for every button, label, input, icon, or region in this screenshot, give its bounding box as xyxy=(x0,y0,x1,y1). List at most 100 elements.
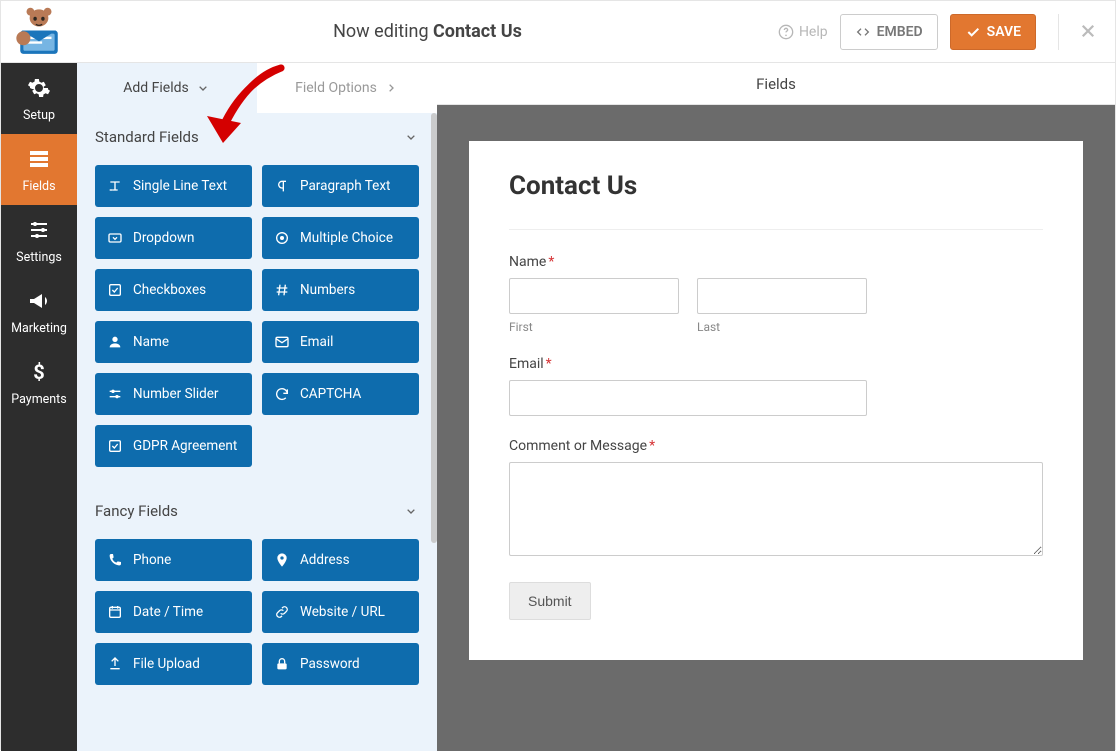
label-comment: Comment or Message* xyxy=(509,438,1043,454)
fields-panel: Add Fields Field Options Standard Fields… xyxy=(77,63,437,751)
checkbox-icon xyxy=(107,282,123,298)
link-icon xyxy=(274,604,290,620)
save-button[interactable]: SAVE xyxy=(950,14,1036,50)
close-icon xyxy=(1079,22,1097,40)
form-title: Contact Us xyxy=(509,171,1043,201)
field-numbers[interactable]: Numbers xyxy=(262,269,419,311)
editing-prefix: Now editing xyxy=(333,21,433,42)
preview-bar: Fields xyxy=(437,63,1115,105)
field-paragraph-text[interactable]: Paragraph Text xyxy=(262,165,419,207)
close-button[interactable] xyxy=(1075,18,1101,46)
standard-fields-grid: Single Line Text Paragraph Text Dropdown… xyxy=(95,165,419,467)
sliders-icon xyxy=(27,218,51,242)
wpforms-logo-icon xyxy=(14,7,64,57)
upload-icon xyxy=(107,656,123,672)
scrollbar[interactable] xyxy=(431,113,437,543)
group-fancy-fields[interactable]: Fancy Fields xyxy=(95,487,419,535)
nav-marketing[interactable]: Marketing xyxy=(1,276,77,347)
field-name[interactable]: Name xyxy=(95,321,252,363)
field-row-comment[interactable]: Comment or Message* xyxy=(509,438,1043,560)
field-captcha[interactable]: CAPTCHA xyxy=(262,373,419,415)
slider-icon xyxy=(107,386,123,402)
group-fancy-label: Fancy Fields xyxy=(95,502,178,520)
envelope-icon xyxy=(274,334,290,350)
tab-add-fields-label: Add Fields xyxy=(123,80,189,96)
help-link[interactable]: Help xyxy=(778,24,828,40)
text-line-icon xyxy=(107,178,123,194)
page-title: Now editing Contact Us xyxy=(77,21,778,42)
form-preview[interactable]: Contact Us Name* First Last xyxy=(469,141,1083,660)
chevron-right-icon xyxy=(383,80,399,96)
gear-icon xyxy=(27,76,51,100)
nav-fields-label: Fields xyxy=(1,179,77,194)
nav-settings-label: Settings xyxy=(1,250,77,265)
editing-form-name: Contact Us xyxy=(433,21,522,42)
field-file-upload[interactable]: File Upload xyxy=(95,643,252,685)
field-website-url[interactable]: Website / URL xyxy=(262,591,419,633)
nav-payments[interactable]: $ Payments xyxy=(1,347,77,418)
refresh-icon xyxy=(274,386,290,402)
chevron-down-icon xyxy=(195,80,211,96)
group-standard-label: Standard Fields xyxy=(95,128,199,146)
help-label: Help xyxy=(799,24,828,40)
field-single-line-text[interactable]: Single Line Text xyxy=(95,165,252,207)
input-last-name[interactable] xyxy=(697,278,867,314)
field-password[interactable]: Password xyxy=(262,643,419,685)
help-icon xyxy=(778,24,794,40)
divider xyxy=(1058,14,1059,50)
app-logo xyxy=(1,1,77,63)
label-name: Name* xyxy=(509,254,1043,270)
chevron-down-icon xyxy=(403,503,419,519)
field-phone[interactable]: Phone xyxy=(95,539,252,581)
nav-settings[interactable]: Settings xyxy=(1,205,77,276)
nav-setup[interactable]: Setup xyxy=(1,63,77,134)
tab-add-fields[interactable]: Add Fields xyxy=(77,63,257,113)
chevron-down-icon xyxy=(403,129,419,145)
input-comment[interactable] xyxy=(509,462,1043,556)
sublabel-last: Last xyxy=(697,320,867,334)
fancy-fields-grid: Phone Address Date / Time Website / URL … xyxy=(95,539,419,685)
preview-area: Fields Contact Us Name* First xyxy=(437,63,1115,751)
field-row-email[interactable]: Email* xyxy=(509,356,1043,416)
embed-label: EMBED xyxy=(877,24,923,40)
field-dropdown[interactable]: Dropdown xyxy=(95,217,252,259)
field-date-time[interactable]: Date / Time xyxy=(95,591,252,633)
dollar-icon: $ xyxy=(27,360,51,384)
group-standard-fields[interactable]: Standard Fields xyxy=(95,113,419,161)
field-email[interactable]: Email xyxy=(262,321,419,363)
submit-button[interactable]: Submit xyxy=(509,582,591,620)
tab-field-options[interactable]: Field Options xyxy=(257,63,437,113)
sublabel-first: First xyxy=(509,320,679,334)
code-icon xyxy=(855,24,871,40)
field-address[interactable]: Address xyxy=(262,539,419,581)
divider xyxy=(509,229,1043,230)
nav-setup-label: Setup xyxy=(1,108,77,123)
input-email[interactable] xyxy=(509,380,867,416)
list-icon xyxy=(27,147,51,171)
paragraph-icon xyxy=(274,178,290,194)
megaphone-icon xyxy=(27,289,51,313)
nav-marketing-label: Marketing xyxy=(1,321,77,336)
hash-icon xyxy=(274,282,290,298)
top-bar: Now editing Contact Us Help EMBED SAVE xyxy=(1,1,1115,63)
svg-text:$: $ xyxy=(33,360,44,384)
field-checkboxes[interactable]: Checkboxes xyxy=(95,269,252,311)
lock-icon xyxy=(274,656,290,672)
field-gdpr-agreement[interactable]: GDPR Agreement xyxy=(95,425,252,467)
input-first-name[interactable] xyxy=(509,278,679,314)
submit-label: Submit xyxy=(528,593,572,609)
calendar-icon xyxy=(107,604,123,620)
preview-bar-title: Fields xyxy=(756,75,796,93)
field-multiple-choice[interactable]: Multiple Choice xyxy=(262,217,419,259)
tab-field-options-label: Field Options xyxy=(295,80,377,96)
save-label: SAVE xyxy=(987,24,1021,40)
dropdown-icon xyxy=(107,230,123,246)
embed-button[interactable]: EMBED xyxy=(840,14,938,50)
phone-icon xyxy=(107,552,123,568)
field-number-slider[interactable]: Number Slider xyxy=(95,373,252,415)
nav-fields[interactable]: Fields xyxy=(1,134,77,205)
field-row-name[interactable]: Name* First Last xyxy=(509,254,1043,334)
nav-payments-label: Payments xyxy=(1,392,77,407)
user-icon xyxy=(107,334,123,350)
check-square-icon xyxy=(107,438,123,454)
